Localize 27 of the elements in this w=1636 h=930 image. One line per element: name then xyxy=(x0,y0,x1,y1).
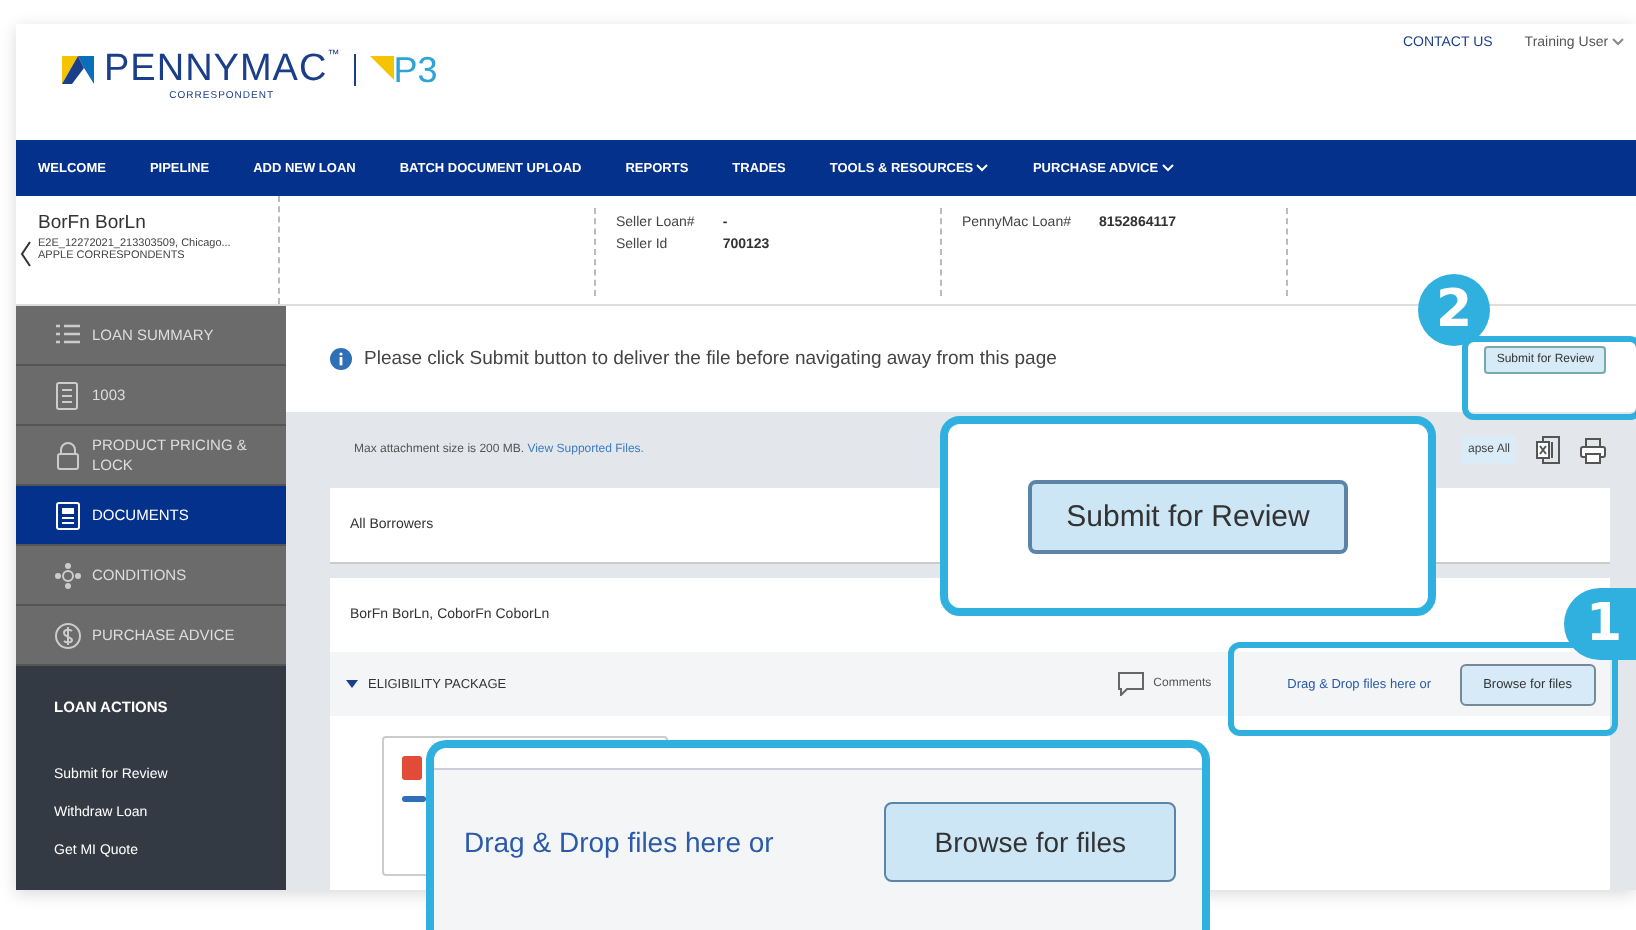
pdf-icon xyxy=(402,756,422,780)
notice-text: Please click Submit button to deliver the file before navigating away from this page xyxy=(364,348,1059,370)
chevron-down-icon xyxy=(976,163,989,171)
printer-icon xyxy=(1580,437,1606,463)
list-icon xyxy=(54,321,82,349)
submit-button[interactable]: Submit for Review xyxy=(1028,479,1348,553)
caret-down-icon xyxy=(346,678,358,690)
product-mark-icon xyxy=(369,56,394,80)
document-icon xyxy=(54,501,82,529)
browse-button[interactable]: Browse for files xyxy=(884,802,1176,882)
product-name: P3 xyxy=(393,50,438,90)
drop-zone-text: Drag & Drop files here or xyxy=(464,826,774,858)
spreadsheet-icon xyxy=(1536,436,1560,464)
info-icon xyxy=(330,348,352,370)
logo-mark-icon xyxy=(62,56,94,84)
comment-icon xyxy=(1117,672,1144,696)
back-chevron-icon xyxy=(20,240,32,268)
borrower-name: BorFn BorLn xyxy=(38,212,148,234)
step-number: 1 xyxy=(1564,588,1636,660)
flower-icon xyxy=(54,561,82,589)
dollar-icon xyxy=(54,621,82,649)
chevron-down-icon xyxy=(1161,163,1174,171)
document-icon xyxy=(54,381,82,409)
brand-name: PENNYMAC xyxy=(104,50,328,90)
padlock-icon xyxy=(54,441,82,469)
file-stripe xyxy=(402,796,426,802)
chevron-down-icon xyxy=(1612,38,1624,46)
